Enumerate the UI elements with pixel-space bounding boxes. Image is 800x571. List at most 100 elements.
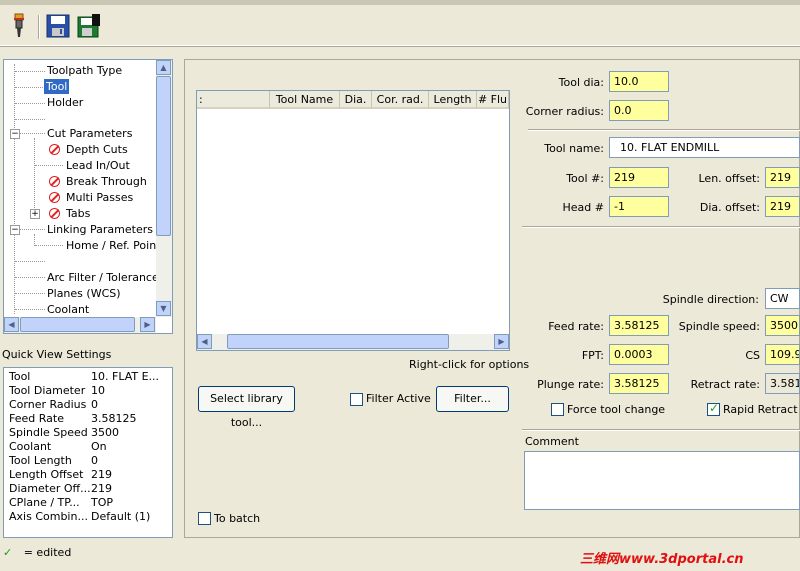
filter-active-checkbox[interactable] xyxy=(350,393,363,406)
quick-view-row: Coolant On xyxy=(9,440,107,453)
spindle-direction-select[interactable]: CW xyxy=(765,288,800,309)
list-horizontal-scrollbar[interactable]: ◀ ▶ xyxy=(197,334,509,350)
plunge-rate-label: Plunge rate: xyxy=(537,378,604,391)
fpt-field[interactable]: 0.0003 xyxy=(609,344,669,365)
disabled-icon xyxy=(49,176,60,187)
scroll-down-icon[interactable]: ▼ xyxy=(156,301,171,316)
head-number-label: Head # xyxy=(562,201,604,214)
spindle-speed-label: Spindle speed: xyxy=(678,320,760,333)
scroll-up-icon[interactable]: ▲ xyxy=(156,60,171,75)
disabled-icon xyxy=(49,208,60,219)
quick-view-row: Tool 10. FLAT E... xyxy=(9,370,160,383)
len-offset-field[interactable]: 219 xyxy=(765,167,800,188)
tree-item-toolpath-type[interactable]: Toolpath Type xyxy=(47,63,122,78)
tree-item-home-ref-points[interactable]: Home / Ref. Points xyxy=(66,238,166,253)
edited-legend: ✓ = edited xyxy=(3,546,71,559)
quick-view-row: CPlane / TP... TOP xyxy=(9,496,114,509)
tool-number-field[interactable]: 219 xyxy=(609,167,669,188)
divider xyxy=(522,429,800,431)
save-as-icon[interactable] xyxy=(76,13,102,39)
quick-view-row: Feed Rate 3.58125 xyxy=(9,412,137,425)
tree-item-linking-parameters[interactable]: Linking Parameters xyxy=(47,222,153,237)
head-number-field[interactable]: -1 xyxy=(609,196,669,217)
tool-icon[interactable] xyxy=(6,13,32,39)
disabled-icon xyxy=(49,192,60,203)
to-batch-label: To batch xyxy=(214,512,261,525)
parameter-tree[interactable]: Toolpath Type Tool Holder − Cut Paramete… xyxy=(3,59,173,334)
scroll-thumb[interactable] xyxy=(227,334,449,349)
dia-offset-label: Dia. offset: xyxy=(699,201,760,214)
tree-item-depth-cuts[interactable]: Depth Cuts xyxy=(66,142,128,157)
tree-item-tabs[interactable]: Tabs xyxy=(66,206,90,221)
force-tool-change-label: Force tool change xyxy=(567,403,666,416)
tree-vertical-scrollbar[interactable]: ▲ ▼ xyxy=(156,60,172,317)
column-header[interactable]: Cor. rad. xyxy=(372,91,429,109)
scroll-left-icon[interactable]: ◀ xyxy=(197,334,212,349)
retract-rate-label: Retract rate: xyxy=(690,378,760,391)
divider xyxy=(528,129,800,131)
tool-name-field[interactable]: 10. FLAT ENDMILL xyxy=(609,137,800,158)
scroll-right-icon[interactable]: ▶ xyxy=(140,317,155,332)
scroll-left-icon[interactable]: ◀ xyxy=(4,317,19,332)
save-icon[interactable] xyxy=(45,13,71,39)
column-header[interactable]: Tool Name xyxy=(270,91,340,109)
tree-item-tool[interactable]: Tool xyxy=(44,79,70,94)
tree-item-arc-filter[interactable]: Arc Filter / Tolerance xyxy=(47,270,159,285)
check-icon: ✓ xyxy=(3,546,13,559)
collapse-icon[interactable]: − xyxy=(10,225,20,235)
cs-field[interactable]: 109.95 xyxy=(765,344,800,365)
comment-textarea[interactable] xyxy=(524,451,800,510)
dia-offset-field[interactable]: 219 xyxy=(765,196,800,217)
column-header[interactable]: Dia. xyxy=(340,91,372,109)
plunge-rate-field[interactable]: 3.58125 xyxy=(609,373,669,394)
to-batch-checkbox[interactable] xyxy=(198,512,211,525)
tool-name-label: Tool name: xyxy=(544,142,604,155)
select-library-tool-button[interactable]: Select library tool... xyxy=(198,386,295,429)
expand-icon[interactable]: + xyxy=(30,209,40,219)
watermark: 三维网www.3dportal.cn xyxy=(580,552,744,567)
tree-item-holder[interactable]: Holder xyxy=(47,95,83,110)
rapid-retract-checkbox[interactable] xyxy=(707,401,720,416)
tool-dia-field[interactable]: 10.0 xyxy=(609,71,669,92)
spindle-speed-field[interactable]: 3500 xyxy=(765,315,800,336)
toolbar-divider xyxy=(0,46,800,47)
quick-view-title: Quick View Settings xyxy=(2,348,112,361)
scroll-thumb[interactable] xyxy=(20,317,135,332)
quick-view-row: Spindle Speed 3500 xyxy=(9,426,119,439)
tree-horizontal-scrollbar[interactable]: ◀ ▶ xyxy=(4,317,156,333)
tree-item-coolant[interactable]: Coolant xyxy=(47,302,89,317)
tree-item-break-through[interactable]: Break Through xyxy=(66,174,147,189)
retract-rate-field[interactable]: 3.5812 xyxy=(765,373,800,394)
tree-item-multi-passes[interactable]: Multi Passes xyxy=(66,190,133,205)
tool-list[interactable]: : Tool Name Dia. Cor. rad. Length # Flu … xyxy=(196,90,510,351)
toolbar xyxy=(0,5,800,46)
filter-button[interactable]: Filter... xyxy=(436,386,509,412)
column-header[interactable]: # Flu xyxy=(477,91,509,109)
tree-item-lead-in-out[interactable]: Lead In/Out xyxy=(66,158,130,173)
len-offset-label: Len. offset: xyxy=(698,172,761,185)
cs-label: CS xyxy=(745,349,760,362)
feed-rate-field[interactable]: 3.58125 xyxy=(609,315,669,336)
tool-number-label: Tool #: xyxy=(566,172,604,185)
quick-view-row: Length Offset 219 xyxy=(9,468,112,481)
quick-view-row: Corner Radius 0 xyxy=(9,398,98,411)
corner-radius-field[interactable]: 0.0 xyxy=(609,100,669,121)
column-header[interactable]: Length xyxy=(429,91,477,109)
quick-view-row: Axis Combin... Default (1) xyxy=(9,510,151,523)
collapse-icon[interactable]: − xyxy=(10,129,20,139)
rapid-retract-label: Rapid Retract xyxy=(723,403,798,416)
scroll-right-icon[interactable]: ▶ xyxy=(494,334,509,349)
tree-item-cut-parameters[interactable]: Cut Parameters xyxy=(47,126,132,141)
quick-view-row: Tool Length 0 xyxy=(9,454,98,467)
right-click-hint: Right-click for options xyxy=(409,358,530,371)
spindle-direction-label: Spindle direction: xyxy=(662,293,759,306)
filter-active-label: Filter Active xyxy=(366,392,431,405)
tool-dia-label: Tool dia: xyxy=(558,76,604,89)
scroll-thumb[interactable] xyxy=(156,76,171,236)
quick-view-panel: Tool 10. FLAT E... Tool Diameter 10 Corner… xyxy=(3,367,173,538)
column-header[interactable]: : xyxy=(197,91,270,109)
legend-label: = edited xyxy=(23,546,72,559)
force-tool-change-checkbox[interactable] xyxy=(551,403,564,416)
tree-item-planes[interactable]: Planes (WCS) xyxy=(47,286,121,301)
fpt-label: FPT: xyxy=(581,349,604,362)
